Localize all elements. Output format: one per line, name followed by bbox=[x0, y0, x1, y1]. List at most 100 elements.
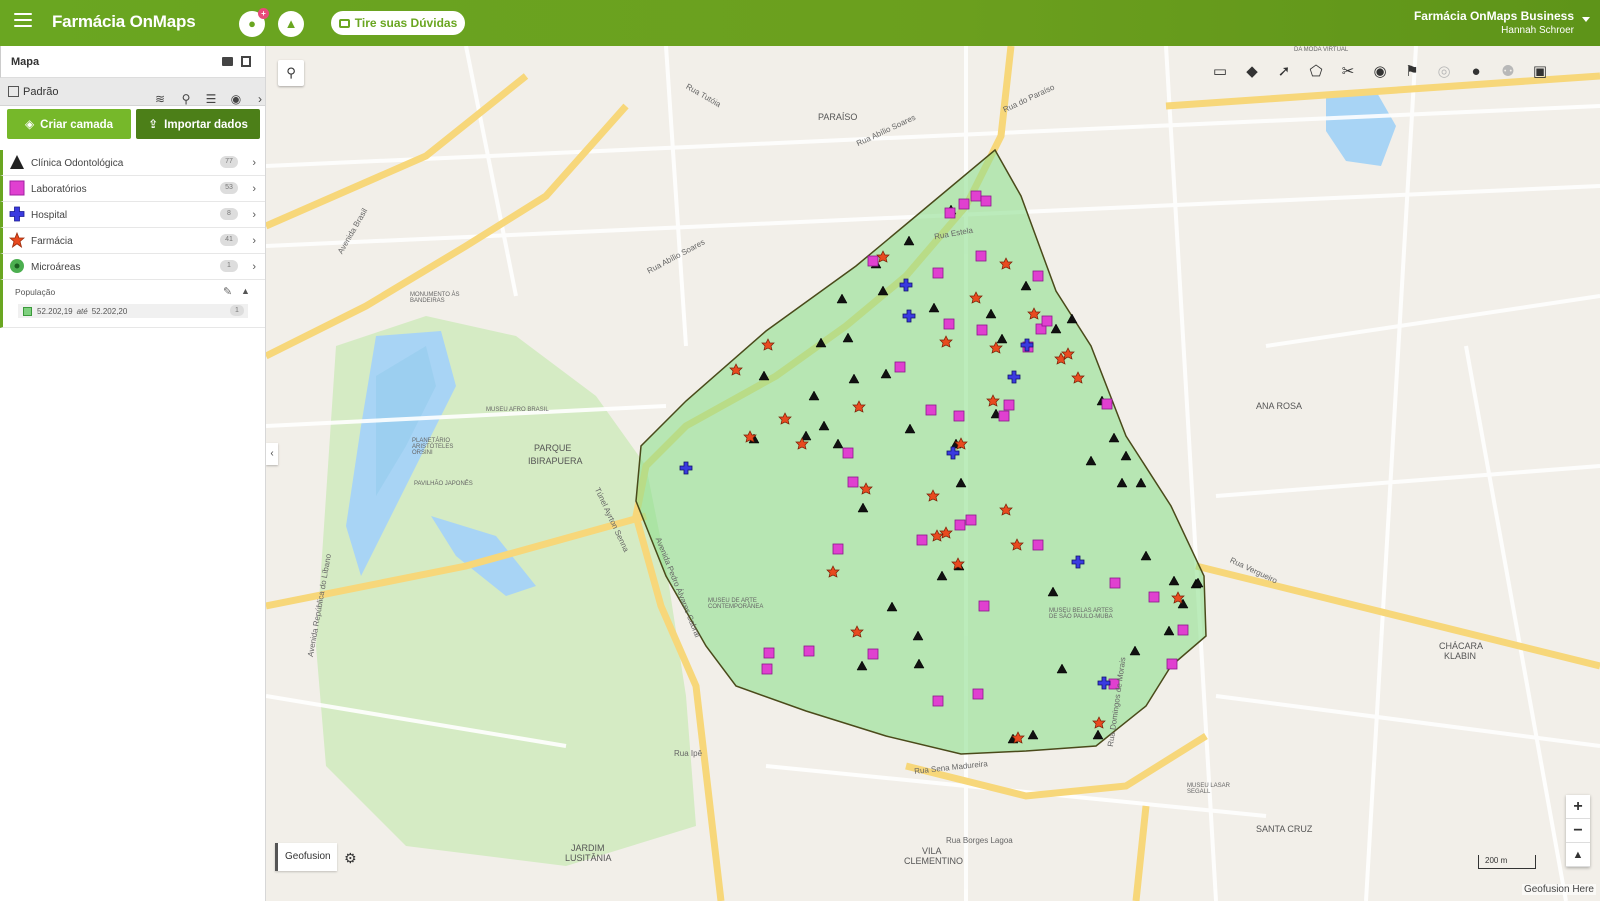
lab-marker bbox=[932, 695, 944, 707]
map-label: CHÁCARA bbox=[1439, 641, 1484, 651]
layer-count: 77 bbox=[220, 156, 238, 168]
map-label: DA MODA VIRTUAL bbox=[1294, 47, 1349, 53]
chevron-right-icon[interactable]: › bbox=[252, 261, 256, 273]
map-label: MUSEU LASAR SEGALL bbox=[1187, 783, 1231, 795]
map-panel-title: Mapa bbox=[11, 56, 40, 68]
lab-marker bbox=[1101, 398, 1113, 410]
top-bar: Farmácia OnMaps ● + ▲ Tire suas Dúvidas F… bbox=[0, 0, 1600, 46]
ruler-icon[interactable]: ▭ bbox=[1206, 58, 1234, 86]
lab-marker bbox=[842, 447, 854, 459]
dot-icon bbox=[10, 259, 24, 273]
map-search-button[interactable]: ⚲ bbox=[278, 60, 304, 86]
polygon-icon[interactable]: ⬠ bbox=[1302, 58, 1330, 86]
scissors-icon[interactable]: ✂ bbox=[1334, 58, 1362, 86]
account-caret-icon[interactable] bbox=[1582, 17, 1590, 22]
lab-marker bbox=[970, 190, 982, 202]
store-icon[interactable]: ▣ bbox=[1526, 58, 1554, 86]
lab-marker bbox=[763, 647, 775, 659]
map-label: JARDIM bbox=[571, 843, 605, 853]
map-canvas[interactable]: PARAÍSO PARQUE IBIRAPUERA ANA ROSA CHÁCA… bbox=[266, 46, 1600, 901]
layer-item[interactable]: Laboratórios 53 › bbox=[0, 176, 265, 202]
layer-item[interactable]: Farmácia 41 › bbox=[0, 228, 265, 254]
sidebar: Mapa Padrão ≋ ⚲ ☰ ◉ › ◈ Criar camada ⇪ Imp… bbox=[0, 46, 266, 901]
lab-marker bbox=[803, 645, 815, 657]
collapse-sidebar-button[interactable]: ‹ bbox=[266, 443, 278, 465]
map-label: KLABIN bbox=[1444, 651, 1477, 661]
lab-marker bbox=[1032, 539, 1044, 551]
route-icon[interactable]: ⚑ bbox=[1398, 58, 1426, 86]
lab-marker bbox=[867, 648, 879, 660]
cross-icon bbox=[9, 206, 25, 222]
chevron-up-icon[interactable]: ▲ bbox=[241, 286, 250, 296]
layer-count: 8 bbox=[220, 208, 238, 220]
lab-marker bbox=[976, 324, 988, 336]
map-view-icon bbox=[8, 86, 19, 97]
company-name: Farmácia OnMaps Business bbox=[1413, 9, 1574, 23]
pointer-icon[interactable]: ➚ bbox=[1270, 58, 1298, 86]
lab-marker bbox=[932, 267, 944, 279]
pin-outline-icon[interactable]: ◎ bbox=[1430, 58, 1458, 86]
map-label: CLEMENTINO bbox=[904, 856, 964, 866]
lab-marker bbox=[998, 410, 1010, 422]
map-label: Rua Borges Lagoa bbox=[946, 836, 1013, 845]
tag-icon[interactable]: ◆ bbox=[1238, 58, 1266, 86]
create-layer-label: Criar camada bbox=[40, 119, 114, 131]
menu-icon[interactable] bbox=[14, 13, 32, 27]
legend: População ✎ ▲ 52.202,19 até 52.202,20 1 bbox=[0, 280, 265, 328]
map-pin-icon[interactable]: ● bbox=[1462, 58, 1490, 86]
view-toolbar: Padrão ≋ ⚲ ☰ ◉ › bbox=[0, 78, 265, 106]
book-icon[interactable] bbox=[241, 56, 251, 67]
lab-marker bbox=[761, 663, 773, 675]
map-label: ANA ROSA bbox=[1256, 401, 1303, 411]
chevron-right-icon[interactable]: › bbox=[252, 209, 256, 221]
zoom-in-button[interactable]: + bbox=[1566, 795, 1590, 819]
gear-icon[interactable]: ⚙ bbox=[344, 850, 357, 867]
doubts-button[interactable]: Tire suas Dúvidas bbox=[331, 11, 465, 35]
chevron-right-icon[interactable]: › bbox=[252, 157, 256, 169]
radius-icon[interactable]: ◉ bbox=[1366, 58, 1394, 86]
import-data-button[interactable]: ⇪ Importar dados bbox=[136, 109, 260, 139]
lab-marker bbox=[1177, 624, 1189, 636]
legend-from: 52.202,19 bbox=[37, 307, 73, 316]
layer-item[interactable]: Microáreas 1 › bbox=[0, 254, 265, 280]
lab-marker bbox=[954, 519, 966, 531]
graduation-cap-icon[interactable]: ▲ bbox=[278, 11, 304, 37]
create-layer-button[interactable]: ◈ Criar camada bbox=[7, 109, 131, 139]
lab-marker bbox=[972, 688, 984, 700]
lab-marker bbox=[1003, 399, 1015, 411]
compass-icon[interactable]: ▲ bbox=[1566, 843, 1590, 867]
lab-marker bbox=[867, 255, 879, 267]
lab-marker bbox=[916, 534, 928, 546]
layer-list: Clínica Odontológica 77 › Laboratórios 5… bbox=[0, 150, 265, 328]
triangle-icon bbox=[10, 155, 24, 169]
map-label: PLANETÁRIO ARISTÓTELES ORSINI bbox=[412, 438, 454, 456]
layer-item[interactable]: Hospital 8 › bbox=[0, 202, 265, 228]
base-map-switch[interactable]: Geofusion bbox=[275, 843, 337, 871]
lab-marker bbox=[980, 195, 992, 207]
user-name: Hannah Schroer bbox=[1501, 25, 1574, 36]
lab-marker bbox=[925, 404, 937, 416]
attribution: Geofusion Here bbox=[1521, 884, 1596, 895]
people-icon[interactable]: ⚉ bbox=[1494, 58, 1522, 86]
zoom-control: + − ▲ bbox=[1566, 795, 1590, 867]
legend-count: 1 bbox=[230, 305, 244, 316]
lab-marker bbox=[1032, 270, 1044, 282]
layer-label: Laboratórios bbox=[31, 184, 87, 195]
map-label: PAVILHÃO JAPONÊS bbox=[414, 481, 473, 487]
notification-badge-icon: + bbox=[258, 8, 269, 19]
map-label: LUSITÂNIA bbox=[565, 853, 612, 863]
scale-bar: 200 m bbox=[1478, 855, 1536, 869]
chevron-right-icon[interactable]: › bbox=[252, 235, 256, 247]
lab-marker bbox=[944, 207, 956, 219]
layer-item[interactable]: Clínica Odontológica 77 › bbox=[0, 150, 265, 176]
layer-label: Farmácia bbox=[31, 236, 73, 247]
map-label: IBIRAPUERA bbox=[528, 456, 583, 466]
chevron-right-icon[interactable]: › bbox=[252, 183, 256, 195]
lab-marker bbox=[847, 476, 859, 488]
folder-icon[interactable] bbox=[222, 57, 233, 66]
notifications-icon[interactable]: ● + bbox=[239, 8, 269, 37]
zoom-out-button[interactable]: − bbox=[1566, 819, 1590, 843]
paint-icon[interactable]: ✎ bbox=[223, 285, 232, 298]
layers-icon: ◈ bbox=[24, 117, 35, 131]
account-menu[interactable]: Farmácia OnMaps Business Hannah Schroer bbox=[1414, 9, 1574, 36]
